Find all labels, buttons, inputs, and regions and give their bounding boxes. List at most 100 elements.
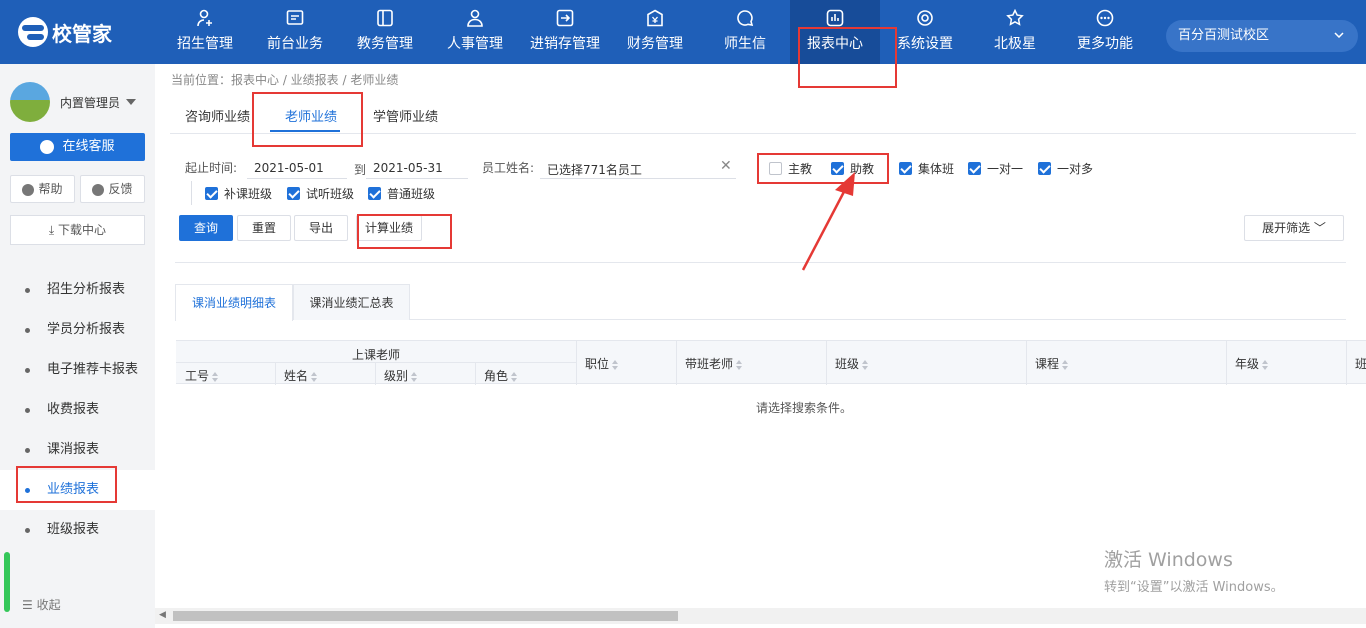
checkbox-label: 集体班: [918, 162, 955, 176]
staff-name-underline: [540, 178, 736, 179]
user-add-icon: [197, 9, 212, 27]
horizontal-scrollbar[interactable]: ◀: [155, 608, 1366, 624]
checkbox-one-to-many[interactable]: 一对多: [1038, 160, 1093, 177]
nav-item-enrollment[interactable]: 招生管理: [160, 0, 250, 64]
checkbox-box: [968, 162, 981, 175]
sidebar-item-lesson-report[interactable]: 课消报表: [0, 430, 155, 470]
collapse-icon: ☰: [22, 598, 37, 612]
checkbox-box: [899, 162, 912, 175]
nav-label: 教务管理: [357, 36, 413, 52]
checkbox-makeup-class[interactable]: 补课班级: [205, 185, 272, 202]
star-icon: [1006, 9, 1024, 26]
divider: [175, 262, 1346, 263]
help-button[interactable]: 帮助: [10, 175, 75, 203]
online-service-button[interactable]: 在线客服: [10, 133, 145, 161]
reset-button[interactable]: 重置: [237, 215, 291, 241]
checkbox-regular-class[interactable]: 普通班级: [368, 185, 435, 202]
sort-icon: [862, 359, 869, 370]
sidebar-item-student-report[interactable]: 学员分析报表: [0, 310, 155, 350]
scrollbar-thumb[interactable]: [173, 611, 678, 621]
date-to-label: 到: [354, 163, 367, 177]
column-header-course[interactable]: 课程: [1035, 355, 1069, 372]
staff-name-label: 员工姓名:: [482, 161, 535, 175]
sidebar-item-referral-report[interactable]: 电子推荐卡报表: [0, 350, 155, 390]
checkbox-label: 试听班级: [306, 187, 355, 201]
column-header-class[interactable]: 班级: [835, 355, 869, 372]
nav-item-academic[interactable]: 教务管理: [340, 0, 430, 64]
download-center-button[interactable]: ⤓ 下载中心: [10, 215, 145, 245]
expand-filter-button[interactable]: 展开筛选 ﹀: [1244, 215, 1344, 241]
checkbox-label: 补课班级: [224, 187, 273, 201]
tab-lesson-summary[interactable]: 课消业绩汇总表: [293, 284, 410, 320]
nav-item-messages[interactable]: 师生信: [700, 0, 790, 64]
checkbox-label: 一对多: [1057, 162, 1094, 176]
expand-filter-label: 展开筛选: [1262, 221, 1311, 235]
logo[interactable]: 校管家: [18, 16, 112, 48]
nav-item-hr[interactable]: 人事管理: [430, 0, 520, 64]
tab-lesson-detail[interactable]: 课消业绩明细表: [175, 284, 293, 321]
campus-selector[interactable]: 百分百测试校区: [1166, 20, 1358, 52]
column-header-class-more[interactable]: 班: [1355, 355, 1366, 372]
date-to-input[interactable]: 2021-05-31: [373, 161, 443, 175]
column-header-class-teacher[interactable]: 带班老师: [685, 355, 743, 372]
tab-manager-performance[interactable]: 学管师业绩: [373, 106, 438, 125]
checkbox-one-on-one[interactable]: 一对一: [968, 160, 1023, 177]
user-profile[interactable]: 内置管理员: [10, 82, 137, 122]
query-button[interactable]: 查询: [179, 215, 233, 241]
column-group-teacher: 上课老师: [352, 348, 401, 362]
sort-icon: [1062, 359, 1069, 370]
message-icon: [737, 10, 754, 27]
nav-label: 更多功能: [1077, 36, 1133, 52]
more-icon: [1096, 9, 1114, 27]
sidebar: 内置管理员 在线客服 帮助 反馈 ⤓ 下载中心 招生分析报表 学员分析报表 电子…: [0, 64, 155, 628]
staff-name-input[interactable]: 已选择771名员工: [547, 161, 642, 178]
checkbox-box: [205, 187, 218, 200]
column-header-role[interactable]: 角色: [484, 367, 518, 384]
collapse-button[interactable]: ☰ 收起: [22, 596, 61, 613]
campus-name: 百分百测试校区: [1178, 28, 1270, 43]
checkbox-box: [368, 187, 381, 200]
collapse-label: 收起: [36, 598, 61, 612]
date-from-input[interactable]: 2021-05-01: [254, 161, 324, 175]
nav-label: 财务管理: [627, 36, 683, 52]
tab-consultant-performance[interactable]: 咨询师业绩: [185, 106, 250, 125]
watermark-title: 激活 Windows: [1104, 549, 1233, 571]
scroll-left-icon[interactable]: ◀: [159, 610, 166, 620]
nav-label: 进销存管理: [530, 36, 600, 52]
sidebar-item-enrollment-report[interactable]: 招生分析报表: [0, 270, 155, 310]
sidebar-item-class-report[interactable]: 班级报表: [0, 510, 155, 550]
sidebar-scrollbar[interactable]: [4, 552, 10, 612]
column-header-position[interactable]: 职位: [585, 355, 619, 372]
export-button[interactable]: 导出: [294, 215, 348, 241]
column-header-level[interactable]: 级别: [384, 367, 418, 384]
online-service-label: 在线客服: [62, 139, 115, 154]
book-icon: [377, 9, 393, 27]
checkbox-group-class[interactable]: 集体班: [899, 160, 954, 177]
sidebar-item-fee-report[interactable]: 收费报表: [0, 390, 155, 430]
empty-message: 请选择搜索条件。: [755, 401, 852, 415]
nav-item-inventory[interactable]: 进销存管理: [520, 0, 610, 64]
nav-item-front-desk[interactable]: 前台业务: [250, 0, 340, 64]
finance-icon: [647, 9, 663, 27]
checkbox-trial-class[interactable]: 试听班级: [287, 185, 354, 202]
chevron-down-icon: ﹀: [1313, 221, 1326, 235]
nav-item-more[interactable]: 更多功能: [1060, 0, 1150, 64]
column-header-name[interactable]: 姓名: [284, 367, 318, 384]
date-from-underline: [247, 178, 347, 179]
checkbox-label: 普通班级: [387, 187, 436, 201]
clear-icon[interactable]: ✕: [720, 158, 732, 174]
feedback-button[interactable]: 反馈: [80, 175, 145, 203]
nav-label: 北极星: [994, 36, 1036, 52]
header-divider: [176, 362, 576, 363]
avatar: [10, 82, 50, 122]
date-range-label: 起止时间:: [185, 161, 238, 175]
chart-icon: [826, 9, 844, 27]
sort-icon: [612, 359, 619, 370]
sort-icon: [411, 371, 418, 382]
nav-label: 师生信: [724, 36, 766, 52]
column-header-id[interactable]: 工号: [185, 367, 219, 384]
nav-item-finance[interactable]: 财务管理: [610, 0, 700, 64]
column-header-grade[interactable]: 年级: [1235, 355, 1269, 372]
nav-item-polaris[interactable]: 北极星: [970, 0, 1060, 64]
caret-down-icon: [126, 99, 137, 105]
